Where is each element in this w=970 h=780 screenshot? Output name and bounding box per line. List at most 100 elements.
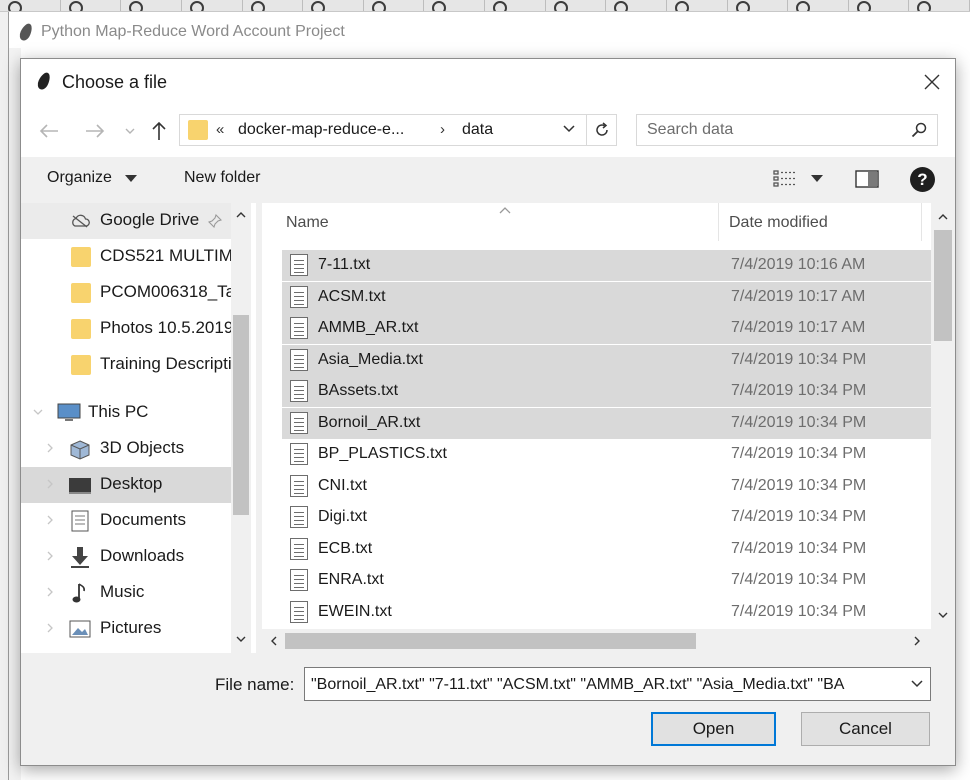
file-list-horizontal-scrollbar[interactable]	[262, 629, 955, 653]
nav-item-photos[interactable]: Photos 10.5.2019	[21, 311, 231, 347]
new-folder-button[interactable]: New folder	[184, 169, 260, 187]
address-separator[interactable]: ›	[440, 121, 445, 138]
scroll-down-icon[interactable]	[233, 631, 249, 647]
nav-item-training[interactable]: Training Descripti	[21, 347, 231, 383]
chevron-right-icon[interactable]	[45, 443, 55, 453]
close-button[interactable]	[913, 63, 951, 101]
taskbar-item[interactable]	[0, 0, 61, 11]
taskbar-item[interactable]	[243, 0, 304, 11]
nav-item-cds521[interactable]: CDS521 MULTIM	[21, 239, 231, 275]
taskbar-item[interactable]	[667, 0, 728, 11]
taskbar-item[interactable]	[728, 0, 789, 11]
taskbar-item[interactable]	[485, 0, 546, 11]
scroll-left-icon[interactable]	[266, 633, 282, 649]
scroll-thumb[interactable]	[285, 633, 696, 649]
caret-down-icon[interactable]	[811, 175, 823, 182]
taskbar-item[interactable]	[61, 0, 122, 11]
search-box[interactable]	[636, 114, 938, 146]
chevron-right-icon[interactable]	[45, 479, 55, 489]
chevron-right-icon[interactable]	[45, 623, 55, 633]
nav-item-google-drive[interactable]: Google Drive	[21, 203, 231, 239]
help-icon[interactable]: ?	[910, 167, 935, 192]
file-row[interactable]: Digi.txt 7/4/2019 10:34 PM	[282, 502, 931, 533]
view-options-icon[interactable]	[773, 169, 799, 194]
file-row[interactable]: EWEIN.txt 7/4/2019 10:34 PM	[282, 597, 931, 628]
nav-scrollbar[interactable]	[231, 203, 251, 653]
scroll-thumb[interactable]	[233, 315, 249, 515]
cube-icon	[69, 439, 91, 466]
taskbar-item[interactable]	[909, 0, 970, 11]
column-header-date-modified[interactable]: Date modified	[729, 214, 828, 232]
file-list-vertical-scrollbar[interactable]	[931, 203, 955, 629]
text-file-icon	[290, 569, 308, 591]
taskbar-item[interactable]	[788, 0, 849, 11]
file-row[interactable]: 7-11.txt 7/4/2019 10:16 AM	[282, 250, 931, 281]
file-row[interactable]: ENRA.txt 7/4/2019 10:34 PM	[282, 565, 931, 596]
file-name: CNI.txt	[318, 477, 367, 494]
file-name-input[interactable]	[311, 674, 901, 696]
nav-item-pictures[interactable]: Pictures	[21, 611, 231, 647]
command-bar: Organize New folder ?	[21, 157, 955, 203]
search-icon[interactable]	[911, 122, 927, 143]
address-segment[interactable]: data	[462, 121, 493, 139]
nav-item-desktop[interactable]: Desktop	[21, 467, 231, 503]
scroll-up-icon[interactable]	[935, 209, 951, 225]
file-row[interactable]: Bornoil_AR.txt 7/4/2019 10:34 PM	[282, 408, 931, 439]
taskbar-item[interactable]	[121, 0, 182, 11]
music-icon	[71, 582, 89, 609]
scroll-right-icon[interactable]	[909, 633, 925, 649]
forward-button[interactable]	[83, 119, 107, 143]
back-button[interactable]	[37, 119, 61, 143]
file-row[interactable]: CNI.txt 7/4/2019 10:34 PM	[282, 471, 931, 502]
chevron-down-icon[interactable]	[910, 677, 924, 696]
nav-item-3d-objects[interactable]: 3D Objects	[21, 431, 231, 467]
scroll-down-icon[interactable]	[935, 607, 951, 623]
column-divider[interactable]	[718, 203, 719, 241]
scroll-thumb[interactable]	[934, 230, 952, 341]
address-segment[interactable]: docker-map-reduce-e...	[238, 121, 404, 139]
pictures-icon	[69, 620, 91, 643]
file-row[interactable]: ACSM.txt 7/4/2019 10:17 AM	[282, 282, 931, 313]
nav-item-this-pc[interactable]: This PC	[21, 395, 231, 431]
search-input[interactable]	[647, 120, 897, 140]
nav-item-music[interactable]: Music	[21, 575, 231, 611]
taskbar-item[interactable]	[849, 0, 910, 11]
nav-item-pcom006318[interactable]: PCOM006318_Ta	[21, 275, 231, 311]
column-divider[interactable]	[921, 203, 922, 241]
text-file-icon	[290, 254, 308, 276]
address-overflow[interactable]: «	[216, 121, 224, 138]
scroll-up-icon[interactable]	[233, 207, 249, 223]
preview-pane-icon[interactable]	[855, 169, 879, 194]
organize-button[interactable]: Organize	[47, 169, 112, 187]
text-file-icon	[290, 412, 308, 434]
recent-locations-button[interactable]	[118, 119, 142, 143]
file-row[interactable]: BP_PLASTICS.txt 7/4/2019 10:34 PM	[282, 439, 931, 470]
address-bar[interactable]: « docker-map-reduce-e... › data	[179, 114, 587, 146]
address-dropdown[interactable]	[562, 122, 576, 141]
taskbar-item[interactable]	[546, 0, 607, 11]
cancel-button[interactable]: Cancel	[801, 712, 930, 746]
chevron-right-icon[interactable]	[45, 515, 55, 525]
file-row[interactable]: AMMB_AR.txt 7/4/2019 10:17 AM	[282, 313, 931, 344]
nav-item-documents[interactable]: Documents	[21, 503, 231, 539]
file-name: 7-11.txt	[318, 256, 371, 273]
file-row[interactable]: BAssets.txt 7/4/2019 10:34 PM	[282, 376, 931, 407]
file-row[interactable]: ECB.txt 7/4/2019 10:34 PM	[282, 534, 931, 565]
taskbar-item[interactable]	[606, 0, 667, 11]
caret-down-icon[interactable]	[125, 175, 137, 182]
taskbar-item[interactable]	[424, 0, 485, 11]
chevron-down-icon[interactable]	[33, 407, 43, 417]
refresh-button[interactable]	[587, 114, 617, 146]
taskbar-item[interactable]	[303, 0, 364, 11]
file-date: 7/4/2019 10:17 AM	[731, 319, 866, 336]
up-button[interactable]	[147, 119, 171, 143]
file-name-combobox[interactable]	[304, 667, 931, 701]
chevron-right-icon[interactable]	[45, 587, 55, 597]
column-header-name[interactable]: Name	[286, 214, 329, 232]
file-row[interactable]: Asia_Media.txt 7/4/2019 10:34 PM	[282, 345, 931, 376]
open-button[interactable]: Open	[651, 712, 776, 746]
taskbar-item[interactable]	[364, 0, 425, 11]
taskbar-item[interactable]	[182, 0, 243, 11]
chevron-right-icon[interactable]	[45, 551, 55, 561]
nav-item-downloads[interactable]: Downloads	[21, 539, 231, 575]
